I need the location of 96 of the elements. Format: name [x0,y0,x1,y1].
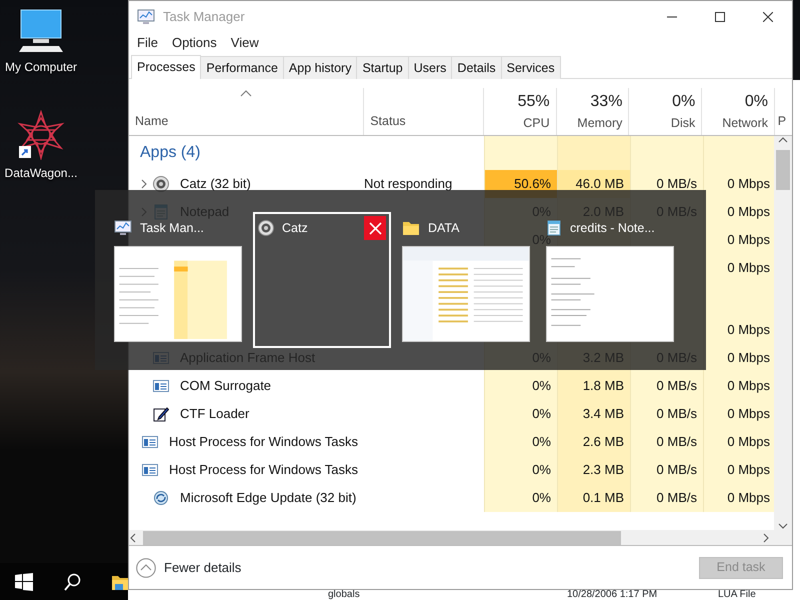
table-cell: 0% [484,428,557,456]
column-usage: 0% [672,92,696,112]
table-cell: 0 Mbps [703,254,774,282]
scroll-down-icon[interactable] [778,522,788,530]
table-cell: 1.8 MB [557,372,630,400]
collapse-chevron-icon[interactable] [136,558,156,578]
horizontal-scrollbar[interactable] [129,530,792,546]
app-window-icon [142,434,158,450]
column-header[interactable]: CPU [523,114,550,133]
table-cell: 0.1 MB [557,484,630,512]
scrollbar-thumb[interactable] [776,150,790,190]
tab[interactable]: Details [451,56,502,79]
table-cell [703,136,774,170]
process-name: Host Process for Windows Tasks [168,433,358,452]
close-icon [368,222,382,234]
file-list-cell: LUA File [718,589,756,600]
table-cell: 0 MB/s [630,456,703,484]
notepad-icon [546,220,562,236]
close-icon [763,12,773,22]
table-cell: 0 Mbps [703,316,774,344]
task-switcher-tile[interactable]: Catz [253,212,391,348]
windows-start-icon[interactable] [15,572,33,590]
app-window-icon [153,378,169,394]
table-cell: 0 Mbps [703,372,774,400]
table-cell: 0 Mbps [703,226,774,254]
process-name: Catz (32 bit) [180,175,251,194]
menu-item[interactable]: View [230,33,259,53]
vertical-scrollbar[interactable] [774,136,792,530]
refresh-globe-icon [153,490,169,506]
tab[interactable]: Services [500,56,561,79]
column-header[interactable]: Memory [577,114,622,133]
scroll-right-icon[interactable] [762,532,770,542]
column-header[interactable]: P [778,112,786,131]
switcher-window-title[interactable]: Task Man... [140,218,204,238]
switcher-window-title: Catz [282,220,308,237]
table-cell: 0 Mbps [703,344,774,372]
process-name: CTF Loader [180,405,250,424]
table-cell: 0 MB/s [630,484,703,512]
tab[interactable]: App history [282,56,358,79]
process-name: Microsoft Edge Update (32 bit) [180,489,356,508]
scroll-left-icon[interactable] [129,532,137,542]
pen-page-icon [153,406,169,422]
table-cell: 0 Mbps [703,484,774,512]
table-cell: 0 Mbps [703,198,774,226]
process-name: COM Surrogate [180,377,272,396]
maximize-icon [715,12,725,22]
table-cell: 2.3 MB [557,456,630,484]
column-header[interactable]: Disk [670,114,696,133]
process-name: Host Process for Windows Tasks [168,461,358,480]
tab[interactable]: Performance [200,56,284,79]
table-cell: 2.6 MB [557,428,630,456]
column-header[interactable]: Status [370,112,477,131]
table-cell: 0% [484,400,557,428]
desktop-icon-label[interactable]: My Computer [4,58,78,76]
monitor-graph-icon [114,219,132,237]
monitor-graph-icon [137,8,155,26]
table-cell: 3.4 MB [557,400,630,428]
column-header[interactable]: Name [135,112,358,131]
table-cell: 0 MB/s [630,428,703,456]
table-cell: 0 MB/s [630,400,703,428]
fewer-details-link[interactable]: Fewer details [164,558,242,578]
table-cell: 0 Mbps [703,428,774,456]
file-list-cell: globals [328,589,360,600]
table-cell: 0 Mbps [703,456,774,484]
table-cell: 0% [484,456,557,484]
column-usage: 55% [518,92,550,112]
table-cell: 0% [484,484,557,512]
column-usage: 33% [590,92,622,112]
folder-icon [402,219,420,237]
table-cell: 0% [484,372,557,400]
tab[interactable]: Processes [131,55,202,79]
close-button[interactable] [364,216,386,240]
process-status: Not responding [364,175,452,194]
desktop-icon-label[interactable]: DataWagon... [4,164,78,182]
table-cell: 0 Mbps [703,170,774,198]
switcher-window-title[interactable]: DATA [428,218,460,238]
window-title: Task Manager [163,8,245,26]
star-shortcut-icon[interactable] [17,110,65,160]
app-window-icon [142,462,158,478]
menu-item[interactable]: Options [172,33,217,53]
tab[interactable]: Startup [356,56,409,79]
menu-item[interactable]: File [137,33,158,53]
switcher-window-title[interactable]: credits - Note... [570,218,655,238]
scrollbar-thumb[interactable] [143,530,621,544]
file-list-cell: 10/28/2006 1:17 PM [567,589,658,600]
table-cell: 0 Mbps [703,400,774,428]
group-heading: Apps (4) [140,143,200,163]
round-badge-icon [258,220,274,236]
table-cell: 0 MB/s [630,372,703,400]
computer-icon[interactable] [17,8,65,54]
scroll-up-icon[interactable] [778,136,788,144]
column-header[interactable]: Network [722,114,768,133]
search-icon[interactable] [63,572,81,590]
tab[interactable]: Users [408,56,452,79]
expand-chevron-icon[interactable] [141,179,147,189]
column-usage: 0% [744,92,768,112]
